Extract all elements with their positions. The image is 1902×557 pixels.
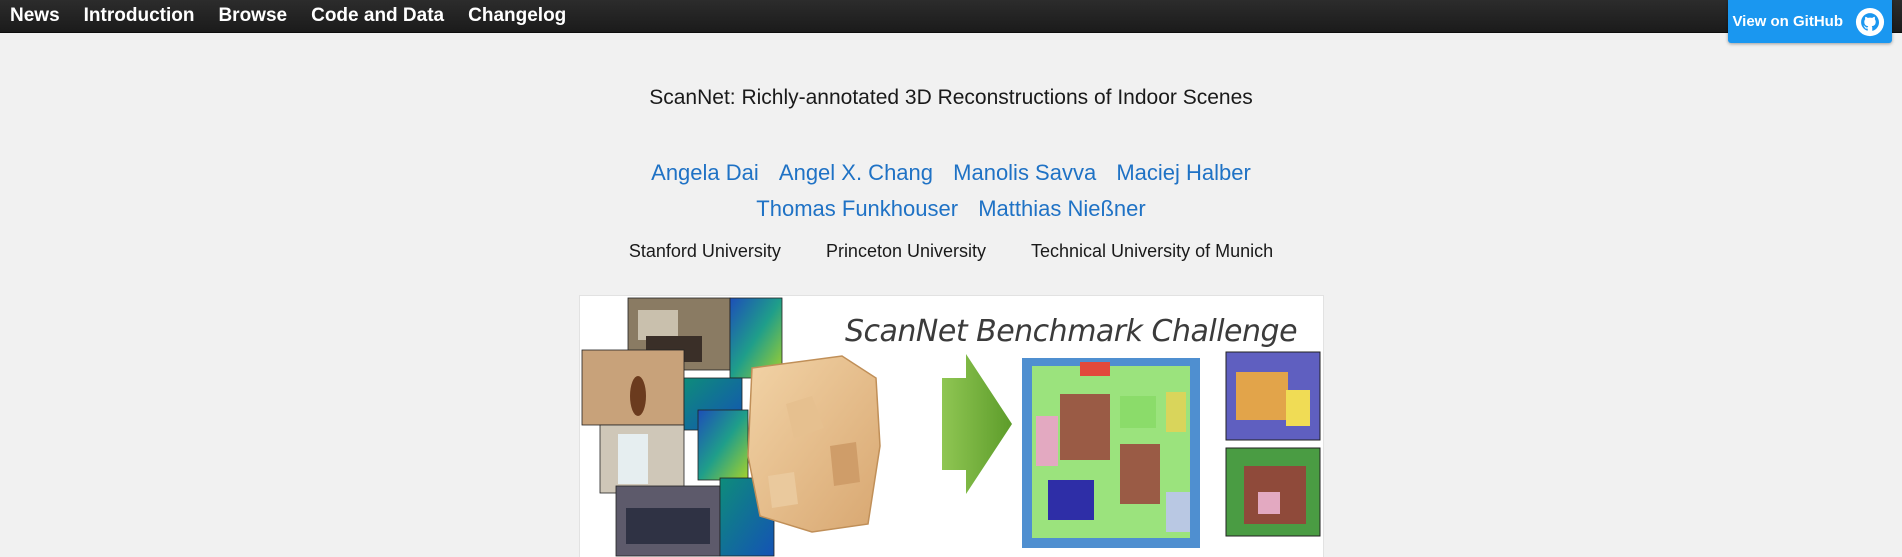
author-link[interactable]: Matthias Nießner	[978, 196, 1146, 221]
affiliation: Princeton University	[825, 241, 986, 261]
segmentation-thumbnails	[1225, 351, 1321, 537]
authors-row-1: Angela Dai Angel X. Chang Manolis Savva …	[0, 160, 1902, 186]
teaser-title: ScanNet Benchmark Challenge	[845, 314, 1298, 349]
nav-introduction[interactable]: Introduction	[84, 5, 195, 27]
author-link[interactable]: Maciej Halber	[1116, 160, 1251, 185]
author-link[interactable]: Angela Dai	[651, 160, 759, 185]
nav-browse[interactable]: Browse	[218, 5, 287, 27]
view-on-github-button[interactable]: View on GitHub	[1728, 0, 1892, 43]
affiliation: Technical University of Munich	[1031, 241, 1274, 261]
nav-code-and-data[interactable]: Code and Data	[311, 5, 444, 27]
github-octocat-icon	[1855, 7, 1885, 36]
github-button-label: View on GitHub	[1732, 13, 1843, 30]
teaser-image: ScanNet Benchmark Challenge	[579, 295, 1324, 557]
author-link[interactable]: Angel X. Chang	[779, 160, 933, 185]
top-navigation-bar: News Introduction Browse Code and Data C…	[0, 0, 1902, 33]
author-link[interactable]: Manolis Savva	[953, 160, 1096, 185]
authors-row-2: Thomas Funkhouser Matthias Nießner	[0, 196, 1902, 222]
paper-title: ScanNet: Richly-annotated 3D Reconstruct…	[649, 86, 1253, 109]
semantic-segmentation-view	[1022, 358, 1200, 548]
nav-changelog[interactable]: Changelog	[468, 5, 566, 27]
arrow-icon	[942, 354, 1012, 494]
author-link[interactable]: Thomas Funkhouser	[756, 196, 958, 221]
reconstruction-mesh	[747, 355, 881, 533]
affiliation: Stanford University	[628, 241, 781, 261]
nav-news[interactable]: News	[10, 5, 60, 27]
affiliations: Stanford University Princeton University…	[0, 241, 1902, 262]
main-nav: News Introduction Browse Code and Data C…	[0, 0, 1902, 32]
